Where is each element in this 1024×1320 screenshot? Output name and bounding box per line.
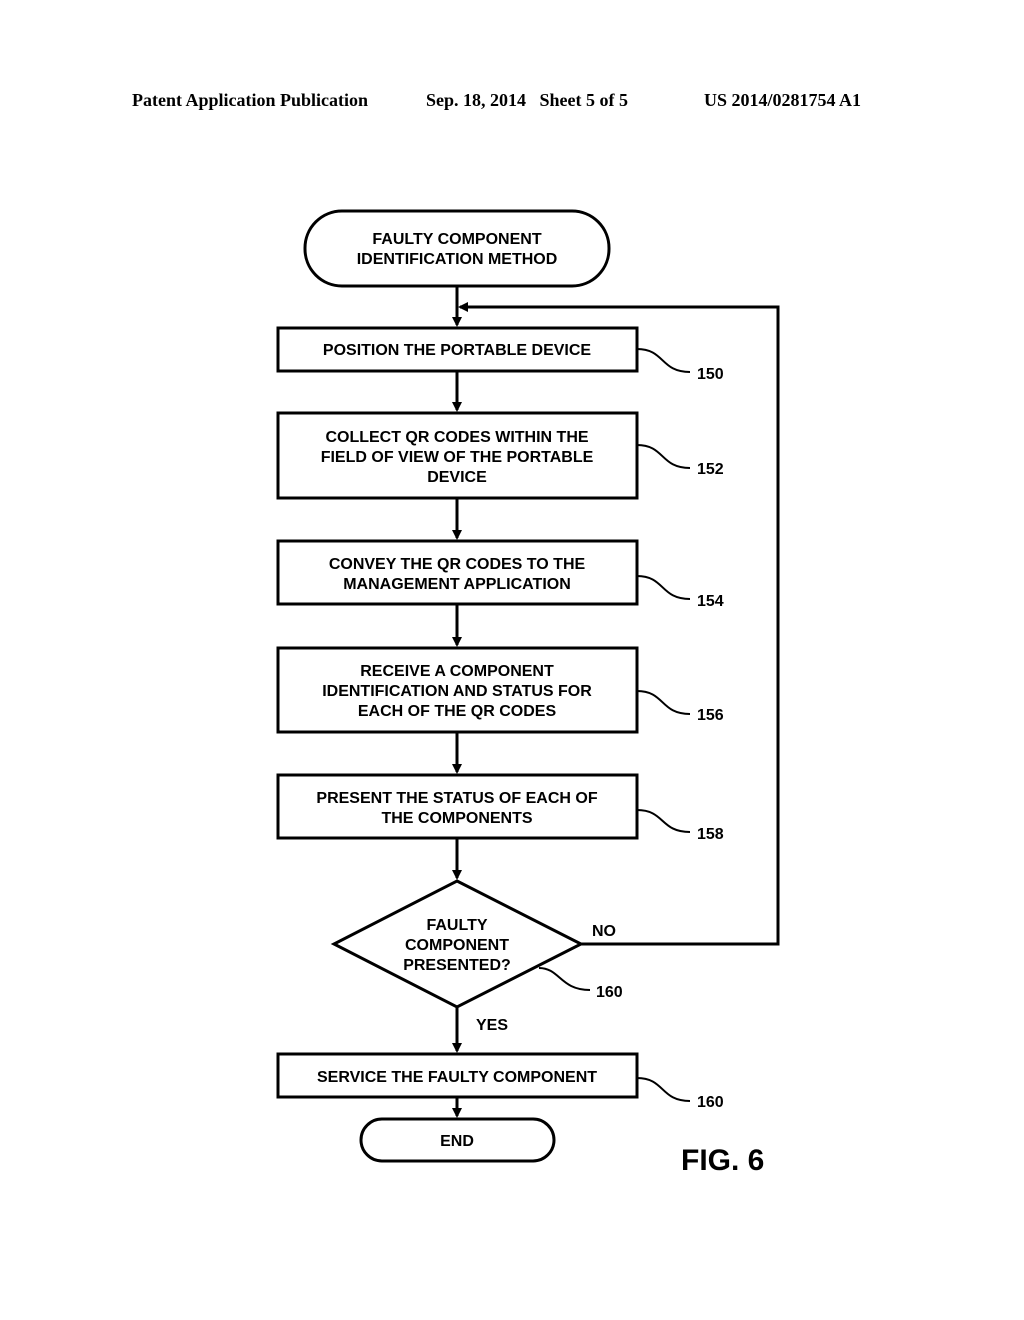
step-152: COLLECT QR CODES WITHIN THE FIELD OF VIE… <box>276 411 724 500</box>
leader-158 <box>636 809 691 833</box>
ref-154: 154 <box>697 593 724 610</box>
start-line-2: IDENTIFICATION METHOD <box>357 251 558 268</box>
step-152-line-3: DEVICE <box>427 469 487 486</box>
start-line-1: FAULTY COMPONENT <box>372 231 541 248</box>
leader-152 <box>636 444 691 469</box>
step-154-line-2: MANAGEMENT APPLICATION <box>343 576 571 593</box>
step-158-line-2: THE COMPONENTS <box>381 810 532 827</box>
decision-line-2: COMPONENT <box>405 937 509 954</box>
step-152-line-1: COLLECT QR CODES WITHIN THE <box>325 429 588 446</box>
leader-decision <box>538 967 591 991</box>
ref-150: 150 <box>697 366 724 383</box>
step-156-line-3: EACH OF THE QR CODES <box>358 703 557 720</box>
flowchart: FAULTY COMPONENT IDENTIFICATION METHOD P… <box>276 209 780 1177</box>
end-label: END <box>440 1133 474 1150</box>
step-158-line-1: PRESENT THE STATUS OF EACH OF <box>316 790 597 807</box>
leader-156 <box>636 690 691 715</box>
step-150: POSITION THE PORTABLE DEVICE 150 <box>276 326 724 383</box>
step-156-line-2: IDENTIFICATION AND STATUS FOR <box>322 683 592 700</box>
ref-decision: 160 <box>596 984 623 1001</box>
no-label: NO <box>592 923 616 940</box>
end-terminator: END <box>359 1117 556 1163</box>
decision-line-1: FAULTY <box>426 917 487 934</box>
step-150-line-1: POSITION THE PORTABLE DEVICE <box>323 342 592 359</box>
decision-line-3: PRESENTED? <box>403 957 511 974</box>
decision-faulty-component: FAULTY COMPONENT PRESENTED? 160 <box>330 879 623 1009</box>
leader-154 <box>636 575 691 600</box>
ref-158: 158 <box>697 826 724 843</box>
ref-152: 152 <box>697 461 724 478</box>
step-158: PRESENT THE STATUS OF EACH OF THE COMPON… <box>276 773 724 843</box>
ref-service: 160 <box>697 1094 724 1111</box>
step-154-line-1: CONVEY THE QR CODES TO THE <box>329 556 586 573</box>
step-154: CONVEY THE QR CODES TO THE MANAGEMENT AP… <box>276 539 724 610</box>
figure-label: FIG. 6 <box>681 1144 764 1177</box>
arrow-no-loop <box>458 302 780 946</box>
step-152-line-2: FIELD OF VIEW OF THE PORTABLE <box>321 449 594 466</box>
step-service: SERVICE THE FAULTY COMPONENT 160 <box>276 1052 724 1111</box>
step-156: RECEIVE A COMPONENT IDENTIFICATION AND S… <box>276 646 724 734</box>
step-156-line-1: RECEIVE A COMPONENT <box>360 663 554 680</box>
leader-150 <box>636 348 691 373</box>
start-terminator: FAULTY COMPONENT IDENTIFICATION METHOD <box>303 209 611 288</box>
ref-156: 156 <box>697 707 724 724</box>
step-service-line-1: SERVICE THE FAULTY COMPONENT <box>317 1069 597 1086</box>
yes-label: YES <box>476 1017 508 1034</box>
leader-service <box>636 1077 691 1102</box>
